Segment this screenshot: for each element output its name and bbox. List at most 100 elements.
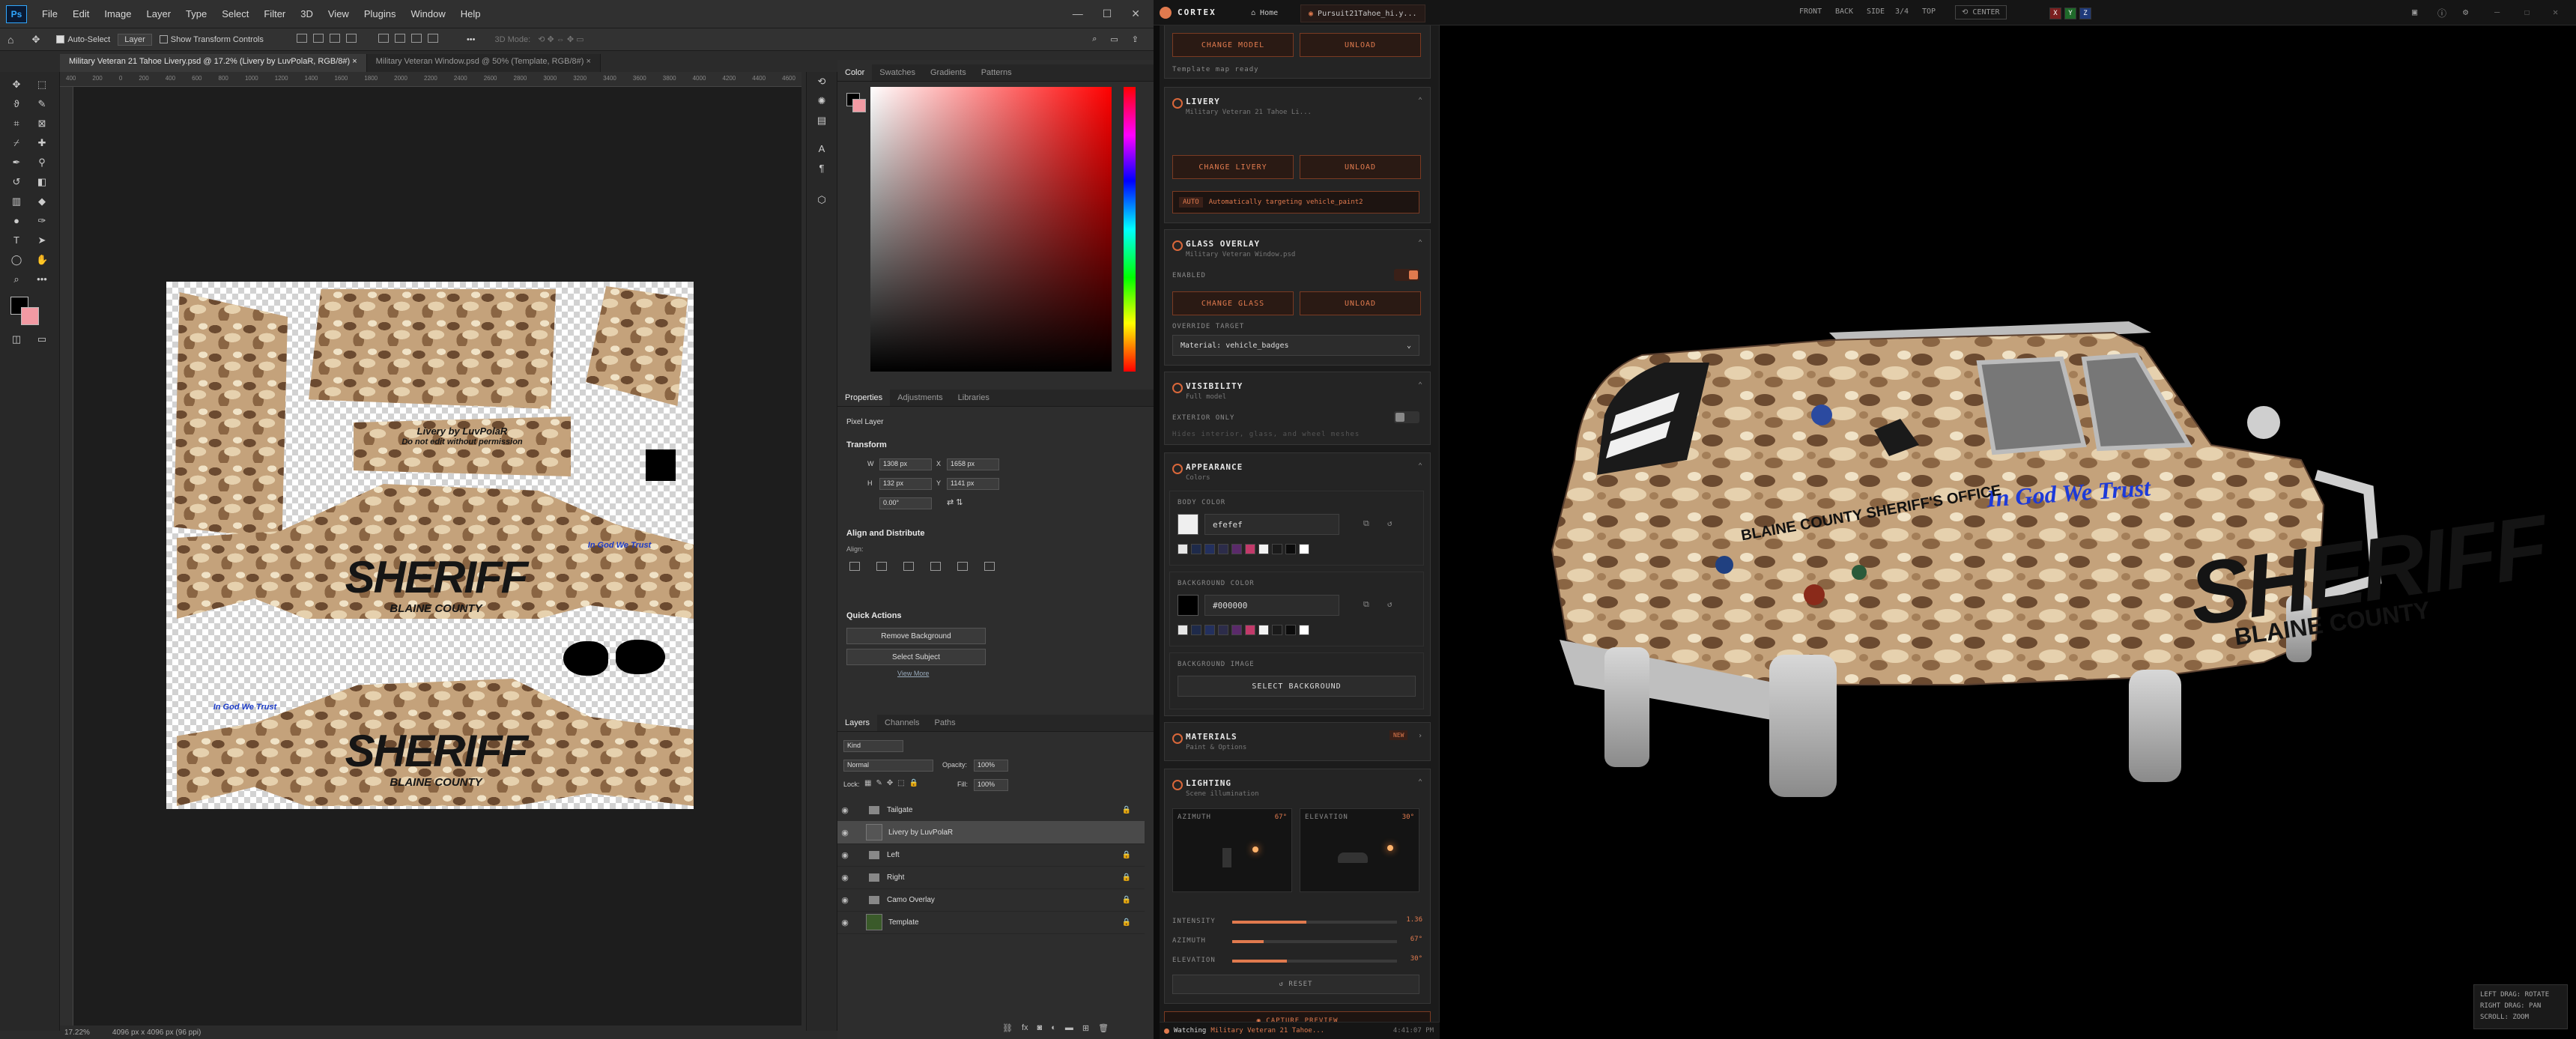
reset-color-icon[interactable]: ↺ — [1387, 599, 1392, 609]
close-tab-icon[interactable]: × — [352, 57, 357, 66]
color-preset-swatch[interactable] — [1245, 625, 1255, 635]
color-preset-swatch[interactable] — [1218, 544, 1228, 554]
menu-plugins[interactable]: Plugins — [357, 8, 404, 19]
color-picker-field[interactable] — [870, 87, 1112, 372]
panel-align-left-icon[interactable] — [849, 562, 860, 571]
tab-channels[interactable]: Channels — [877, 715, 927, 731]
tab-adjustments[interactable]: Adjustments — [890, 390, 951, 406]
azimuth-dial[interactable]: AZIMUTH 67° — [1172, 808, 1292, 892]
align-bottom-icon[interactable] — [410, 34, 422, 43]
light-position-handle[interactable] — [1252, 846, 1258, 852]
align-top-icon[interactable] — [378, 34, 389, 43]
comments-icon[interactable]: ▤ — [816, 115, 828, 126]
menu-window[interactable]: Window — [403, 8, 452, 19]
marquee-tool-icon[interactable]: ⬚ — [36, 79, 48, 90]
home-icon[interactable]: ⌂ — [7, 34, 13, 46]
unload-model-button[interactable]: UNLOAD — [1300, 33, 1421, 57]
search-icon[interactable]: ⌕ — [1092, 34, 1097, 44]
doc-tab-livery[interactable]: Military Veteran 21 Tahoe Livery.psd @ 1… — [60, 54, 367, 72]
remove-background-button[interactable]: Remove Background — [846, 628, 986, 644]
menu-layer[interactable]: Layer — [139, 8, 179, 19]
elevation-slider[interactable] — [1232, 960, 1397, 963]
material-dropdown[interactable]: Material: vehicle_badges ⌄ — [1172, 335, 1419, 356]
new-group-icon[interactable]: ▬ — [1065, 1023, 1073, 1033]
body-color-hex-input[interactable]: efefef — [1204, 514, 1339, 535]
unload-glass-button[interactable]: UNLOAD — [1300, 291, 1421, 315]
show-transform-checkbox[interactable] — [159, 35, 168, 44]
frame-tool-icon[interactable]: ⊠ — [36, 118, 48, 129]
tab-gradients[interactable]: Gradients — [923, 64, 974, 81]
tab-home[interactable]: ⌂ Home — [1243, 4, 1285, 21]
angle-field[interactable]: 0.00° — [879, 497, 932, 509]
hue-slider[interactable] — [1124, 87, 1136, 372]
more-tools-icon[interactable]: ••• — [36, 274, 48, 285]
color-preset-swatch[interactable] — [1231, 544, 1242, 554]
x-field[interactable]: 1658 px — [947, 458, 999, 470]
lasso-tool-icon[interactable]: ϑ — [10, 99, 22, 109]
eraser-tool-icon[interactable]: ◧ — [36, 177, 48, 187]
stamp-tool-icon[interactable]: ⚲ — [36, 157, 48, 168]
lock-options-icon[interactable]: ▦✎✥⬚🔒 — [864, 779, 923, 787]
opacity-field[interactable]: 100% — [974, 760, 1008, 772]
transform-heading[interactable]: Transform — [846, 440, 887, 449]
fill-field[interactable]: 100% — [974, 779, 1008, 791]
chevron-up-icon[interactable]: ⌃ — [1418, 97, 1422, 105]
color-preset-swatch[interactable] — [1204, 544, 1215, 554]
distribute-vertical-icon[interactable] — [427, 34, 438, 43]
chevron-right-icon[interactable]: › — [1418, 732, 1422, 740]
change-model-button[interactable]: CHANGE MODEL — [1172, 33, 1294, 57]
color-preset-swatch[interactable] — [1178, 625, 1188, 635]
camera-icon[interactable]: ▣ — [2412, 7, 2417, 17]
spot-heal-tool-icon[interactable]: ✚ — [36, 138, 48, 148]
layer-kind-filter[interactable]: Kind — [843, 740, 903, 752]
chevron-up-icon[interactable]: ⌃ — [1418, 462, 1422, 470]
shape-tool-icon[interactable]: ◯ — [10, 255, 22, 265]
quick-mask-icon[interactable]: ◫ — [10, 334, 22, 345]
view-front-button[interactable]: FRONT — [1799, 7, 1822, 16]
view-more-link[interactable]: View More — [897, 670, 929, 677]
tab-layers[interactable]: Layers — [837, 715, 878, 731]
blend-mode-dropdown[interactable]: Normal — [843, 760, 933, 772]
view-back-button[interactable]: BACK — [1835, 7, 1853, 16]
visibility-eye-icon[interactable]: ◉ — [837, 850, 852, 860]
link-layers-icon[interactable]: ⛓ — [1002, 1023, 1013, 1033]
layer-row[interactable]: ◉ Template 🔒 — [837, 911, 1145, 934]
quick-actions-heading[interactable]: Quick Actions — [846, 611, 902, 620]
tab-patterns[interactable]: Patterns — [974, 64, 1019, 81]
workspace-icon[interactable]: ▭ — [1110, 34, 1118, 44]
color-preset-swatch[interactable] — [1285, 625, 1296, 635]
background-color-swatch[interactable] — [21, 307, 39, 325]
move-tool-icon[interactable]: ✥ — [31, 34, 40, 46]
layer-row[interactable]: ◉ Left 🔒 — [837, 843, 1145, 867]
history-brush-tool-icon[interactable]: ↺ — [10, 177, 22, 187]
screen-mode-icon[interactable]: ▭ — [36, 334, 48, 345]
visibility-eye-icon[interactable]: ◉ — [837, 828, 852, 837]
brush-tool-icon[interactable]: ✒ — [10, 157, 22, 168]
auto-select-target-dropdown[interactable]: Layer — [118, 33, 152, 46]
cx-close-icon[interactable]: ✕ — [2553, 7, 2558, 17]
info-icon[interactable]: ⓘ — [2437, 7, 2446, 19]
select-subject-button[interactable]: Select Subject — [846, 649, 986, 665]
brush-settings-icon[interactable]: ✺ — [816, 96, 828, 106]
panel-align-bottom-icon[interactable] — [984, 562, 995, 571]
align-heading[interactable]: Align and Distribute — [846, 529, 925, 538]
zoom-tool-icon[interactable]: ⌕ — [10, 274, 22, 285]
menu-3d[interactable]: 3D — [293, 8, 321, 19]
reset-color-icon[interactable]: ↺ — [1387, 518, 1392, 528]
gradient-tool-icon[interactable]: ▥ — [10, 196, 22, 207]
exterior-only-toggle[interactable] — [1394, 411, 1419, 423]
paragraph-panel-icon[interactable]: ¶ — [816, 163, 828, 174]
quick-select-tool-icon[interactable]: ✎ — [36, 99, 48, 109]
new-layer-icon[interactable]: ⊞ — [1082, 1023, 1089, 1033]
color-preset-swatch[interactable] — [1204, 625, 1215, 635]
y-field[interactable]: 1141 px — [947, 478, 999, 490]
move-tool-icon[interactable]: ✥ — [10, 79, 22, 90]
menu-edit[interactable]: Edit — [65, 8, 97, 19]
color-preset-swatch[interactable] — [1191, 625, 1201, 635]
change-glass-button[interactable]: CHANGE GLASS — [1172, 291, 1294, 315]
mask-icon[interactable]: ◙ — [1037, 1023, 1043, 1033]
color-preset-swatch[interactable] — [1218, 625, 1228, 635]
chevron-up-icon[interactable]: ⌃ — [1418, 239, 1422, 247]
copy-icon[interactable]: ⧉ — [1363, 518, 1369, 529]
menu-select[interactable]: Select — [214, 8, 256, 19]
